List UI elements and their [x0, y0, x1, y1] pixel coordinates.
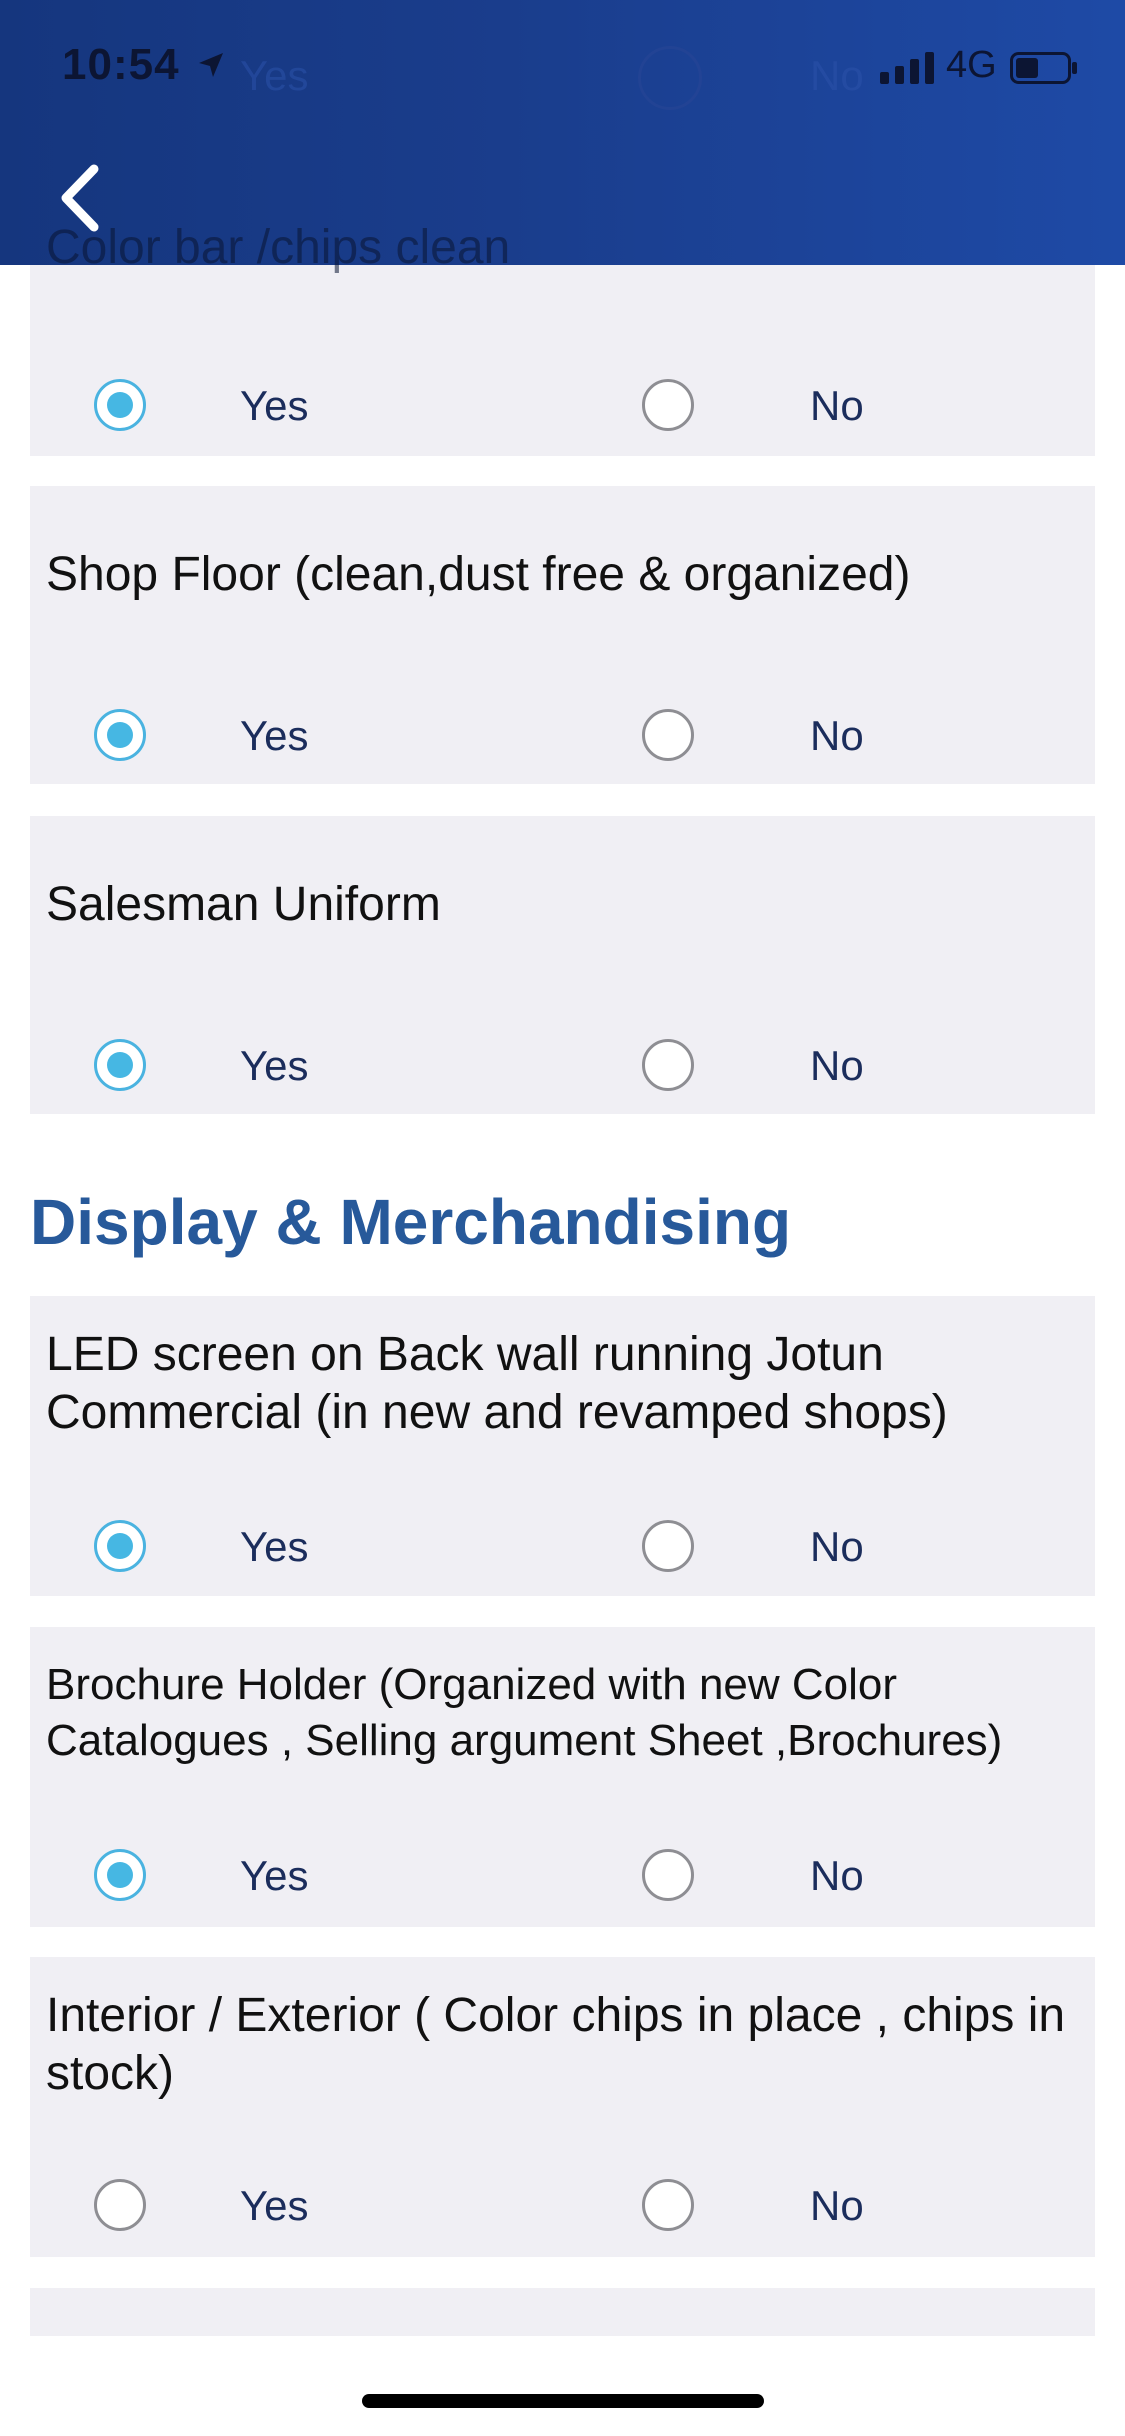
- yes-label: Yes: [240, 2182, 309, 2229]
- question-card: Salesman Uniform Yes No: [30, 816, 1095, 1114]
- question-text: Interior / Exterior ( Color chips in pla…: [46, 1989, 1066, 2100]
- question-card: Brochure Holder (Organized with new Colo…: [30, 1627, 1095, 1927]
- question-text: Salesman Uniform: [46, 878, 441, 931]
- yes-label: Yes: [240, 1523, 309, 1570]
- no-radio[interactable]: [642, 2179, 694, 2231]
- yes-radio[interactable]: [94, 1849, 146, 1901]
- question-text: Brochure Holder (Organized with new Colo…: [46, 1660, 1003, 1765]
- yes-label: Yes: [240, 1042, 309, 1089]
- no-radio[interactable]: [642, 379, 694, 431]
- yes-radio[interactable]: [94, 379, 146, 431]
- question-card: [30, 2288, 1095, 2336]
- question-card: LED screen on Back wall running Jotun Co…: [30, 1296, 1095, 1596]
- yes-radio[interactable]: [94, 1520, 146, 1572]
- network-type: 4G: [946, 44, 997, 86]
- signal-icon: [880, 52, 934, 84]
- no-radio[interactable]: [642, 1039, 694, 1091]
- question-text: LED screen on Back wall running Jotun Co…: [46, 1328, 948, 1439]
- nav-header: 10:54 4G: [0, 0, 1125, 265]
- status-bar: 10:54 4G: [0, 0, 1125, 140]
- yes-label: Yes: [240, 712, 309, 759]
- yes-label: Yes: [240, 382, 309, 429]
- question-card: Shop Floor (clean,dust free & organized)…: [30, 486, 1095, 784]
- no-radio[interactable]: [642, 709, 694, 761]
- battery-icon: [1010, 52, 1077, 84]
- question-text: Shop Floor (clean,dust free & organized): [46, 548, 911, 601]
- home-indicator: [362, 2394, 764, 2408]
- no-radio[interactable]: [642, 1849, 694, 1901]
- no-radio[interactable]: [642, 1520, 694, 1572]
- no-label: No: [810, 382, 864, 429]
- no-label: No: [810, 1523, 864, 1570]
- ghost-radio: [638, 46, 702, 110]
- no-label: No: [810, 712, 864, 759]
- yes-radio[interactable]: [94, 709, 146, 761]
- question-card: Interior / Exterior ( Color chips in pla…: [30, 1957, 1095, 2257]
- status-time: 10:54: [62, 40, 180, 89]
- no-label: No: [810, 2182, 864, 2229]
- yes-label: Yes: [240, 1852, 309, 1899]
- yes-radio[interactable]: [94, 2179, 146, 2231]
- back-button[interactable]: [50, 158, 110, 238]
- yes-radio[interactable]: [94, 1039, 146, 1091]
- no-label: No: [810, 1852, 864, 1899]
- section-title: Display & Merchandising: [30, 1186, 792, 1258]
- location-icon: [199, 53, 223, 77]
- no-label: No: [810, 1042, 864, 1089]
- chevron-left-icon: [61, 164, 99, 232]
